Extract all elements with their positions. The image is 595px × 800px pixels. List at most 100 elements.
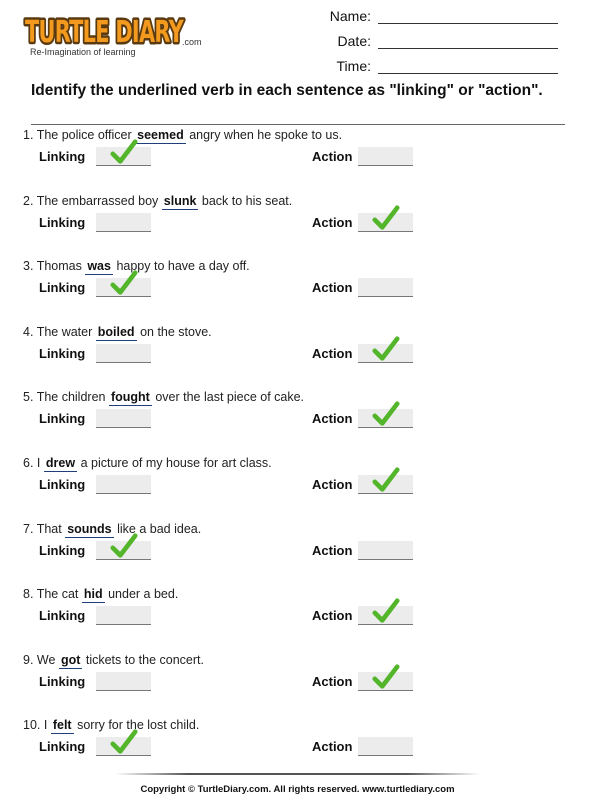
- sentence-after: back to his seat.: [201, 193, 293, 208]
- underlined-verb: fought: [108, 390, 152, 407]
- linking-label: Linking: [39, 542, 86, 558]
- logo-tagline: Re-Imagination of learning: [30, 47, 136, 57]
- footer-divider: [115, 773, 480, 775]
- question-sentence: 4. The water boiled on the stove.: [23, 324, 212, 341]
- divider: [31, 124, 565, 125]
- action-answer-box[interactable]: [358, 737, 413, 757]
- linking-answer-box[interactable]: [96, 212, 151, 232]
- sentence-before: I: [43, 718, 48, 733]
- time-field[interactable]: Time:: [337, 58, 558, 74]
- check-icon: [372, 664, 400, 689]
- sentence-after: angry when he spoke to us.: [189, 128, 343, 142]
- linking-label: Linking: [39, 280, 86, 296]
- question-number: 1.: [23, 128, 34, 142]
- action-answer-box[interactable]: [358, 598, 413, 626]
- date-line[interactable]: [378, 34, 558, 49]
- question-number: 2.: [23, 193, 34, 208]
- action-answer-box[interactable]: [358, 147, 413, 166]
- question-item: 4. The water boiled on the stove. Linkin…: [0, 324, 595, 385]
- time-line[interactable]: [378, 59, 558, 74]
- logo-wordmark: TURTLE DIARY: [23, 13, 188, 51]
- underlined-verb: was: [85, 259, 113, 276]
- logo-text: TURTLE DIARY: [25, 15, 185, 50]
- action-label: Action: [312, 149, 353, 164]
- linking-answer-box[interactable]: [96, 270, 151, 298]
- name-label: Name:: [329, 8, 371, 24]
- question-sentence: 6. I drew a picture of my house for art …: [23, 456, 272, 472]
- action-answer-box[interactable]: [358, 278, 413, 298]
- date-label: Date:: [337, 33, 371, 49]
- linking-answer-box[interactable]: [96, 532, 151, 560]
- question-number: 8.: [23, 587, 34, 602]
- instructions: Identify the underlined verb in each sen…: [31, 82, 543, 99]
- check-icon: [372, 598, 400, 623]
- question-number: 5.: [23, 390, 34, 405]
- copyright-footer: Copyright © TurtleDiary.com. All rights …: [140, 784, 455, 795]
- linking-answer-box[interactable]: [96, 409, 151, 429]
- question-item: 6. I drew a picture of my house for art …: [0, 456, 595, 516]
- question-number: 9.: [23, 652, 34, 667]
- action-label: Action: [312, 280, 353, 296]
- action-label: Action: [312, 673, 353, 689]
- check-icon: [110, 532, 138, 558]
- action-answer-box[interactable]: [358, 467, 413, 494]
- underlined-verb: slunk: [161, 193, 199, 210]
- sentence-after: a picture of my house for art class.: [80, 456, 272, 470]
- linking-answer-box[interactable]: [96, 475, 151, 494]
- sentence-before: We: [36, 652, 56, 667]
- sentence-before: That: [36, 521, 62, 536]
- question-sentence: 2. The embarrassed boy slunk back to his…: [23, 193, 293, 210]
- underlined-verb: hid: [81, 587, 105, 604]
- check-icon: [372, 336, 400, 361]
- question-item: 2. The embarrassed boy slunk back to his…: [0, 193, 595, 254]
- action-label: Action: [312, 608, 353, 624]
- sentence-before: The embarrassed boy: [36, 193, 159, 208]
- sentence-after: over the last piece of cake.: [155, 390, 305, 405]
- underlined-verb: boiled: [95, 324, 137, 341]
- sentence-after: tickets to the concert.: [85, 652, 204, 667]
- sentence-before: The cat: [36, 587, 79, 602]
- linking-label: Linking: [39, 149, 86, 164]
- action-answer-box[interactable]: [358, 204, 413, 232]
- linking-answer-box[interactable]: [96, 139, 151, 166]
- question-item: 8. The cat hid under a bed. Linking Acti…: [0, 587, 595, 647]
- action-answer-box[interactable]: [358, 401, 413, 429]
- check-icon: [372, 204, 400, 230]
- sentence-after: sorry for the lost child.: [77, 718, 200, 733]
- sentence-after: under a bed.: [108, 587, 179, 602]
- logo-dotcom: .com: [182, 37, 202, 47]
- action-label: Action: [312, 411, 353, 427]
- name-line[interactable]: [378, 9, 558, 24]
- check-icon: [110, 270, 138, 295]
- underlined-verb: got: [58, 652, 83, 669]
- linking-answer-box[interactable]: [96, 606, 151, 626]
- linking-label: Linking: [39, 608, 86, 624]
- action-answer-box[interactable]: [358, 336, 413, 363]
- linking-answer-box[interactable]: [96, 671, 151, 691]
- question-sentence: 5. The children fought over the last pie…: [23, 390, 305, 407]
- sentence-before: Thomas: [36, 259, 82, 274]
- linking-answer-box[interactable]: [96, 343, 151, 363]
- action-label: Action: [312, 214, 353, 230]
- check-icon: [110, 729, 138, 755]
- linking-answer-box[interactable]: [96, 729, 151, 757]
- linking-label: Linking: [39, 411, 86, 427]
- action-answer-box[interactable]: [358, 664, 413, 691]
- question-number: 3.: [23, 259, 34, 274]
- action-answer-box[interactable]: [358, 540, 413, 560]
- check-icon: [372, 401, 400, 427]
- question-number: 10.: [23, 718, 41, 733]
- question-item: 10. I felt sorry for the lost child. Lin…: [0, 718, 595, 778]
- question-number: 4.: [23, 324, 34, 339]
- linking-label: Linking: [39, 214, 86, 230]
- underlined-verb: seemed: [135, 128, 186, 144]
- sentence-after: on the stove.: [140, 324, 212, 339]
- underlined-verb: sounds: [65, 521, 114, 538]
- sentence-before: The water: [36, 324, 93, 339]
- question-sentence: 9. We got tickets to the concert.: [23, 652, 204, 669]
- sentence-before: I: [36, 456, 41, 470]
- date-field[interactable]: Date:: [338, 33, 558, 49]
- question-item: 1. The police officer seemed angry when …: [0, 128, 595, 188]
- action-label: Action: [312, 739, 353, 755]
- name-field[interactable]: Name:: [330, 8, 558, 24]
